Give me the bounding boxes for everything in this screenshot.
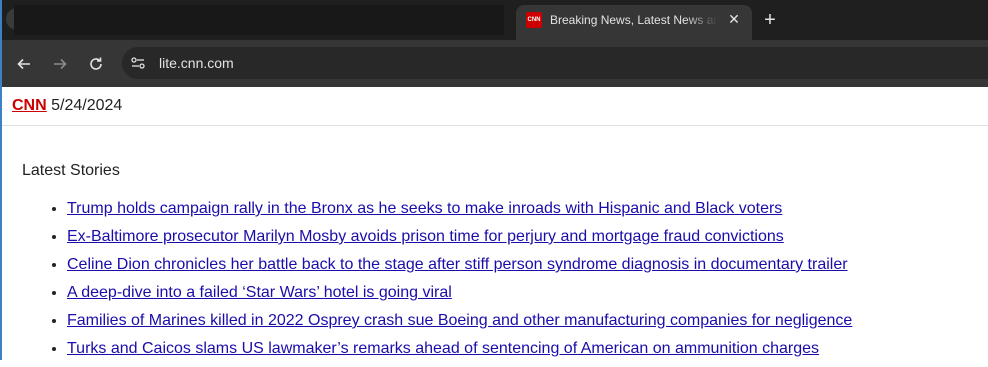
site-info-icon[interactable] xyxy=(130,55,146,71)
tab-strip-empty-area xyxy=(14,5,504,35)
reload-icon[interactable] xyxy=(84,52,108,76)
back-icon[interactable] xyxy=(12,52,36,76)
cnn-home-link[interactable]: CNN xyxy=(12,97,47,114)
story-link[interactable]: A deep-dive into a failed ‘Star Wars’ ho… xyxy=(67,284,452,301)
list-item: Trump holds campaign rally in the Bronx … xyxy=(67,199,852,227)
active-tab[interactable]: CNN Breaking News, Latest News and Video… xyxy=(516,5,752,40)
cnn-favicon-icon: CNN xyxy=(526,12,542,28)
story-link[interactable]: Turks and Caicos slams US lawmaker’s rem… xyxy=(67,340,819,357)
list-item: Ex-Baltimore prosecutor Marilyn Mosby av… xyxy=(67,227,852,255)
address-bar[interactable]: lite.cnn.com xyxy=(122,47,988,79)
forward-icon[interactable] xyxy=(48,52,72,76)
list-item: Turks and Caicos slams US lawmaker’s rem… xyxy=(67,339,852,367)
page-date: 5/24/2024 xyxy=(51,97,123,114)
list-item: Celine Dion chronicles her battle back t… xyxy=(67,255,852,283)
story-list: Trump holds campaign rally in the Bronx … xyxy=(0,199,852,367)
browser-toolbar: lite.cnn.com xyxy=(0,40,988,87)
list-item: A deep-dive into a failed ‘Star Wars’ ho… xyxy=(67,283,852,311)
page-content: CNN 5/24/2024 Latest Stories Trump holds… xyxy=(0,87,988,360)
story-link[interactable]: Families of Marines killed in 2022 Ospre… xyxy=(67,312,852,329)
site-header: CNN 5/24/2024 xyxy=(0,87,988,126)
story-link[interactable]: Ex-Baltimore prosecutor Marilyn Mosby av… xyxy=(67,228,784,245)
window-edge xyxy=(0,0,2,360)
brand: CNN 5/24/2024 xyxy=(12,97,122,115)
close-icon[interactable]: ✕ xyxy=(726,11,742,27)
section-title: Latest Stories xyxy=(22,162,120,179)
plus-icon[interactable]: + xyxy=(760,10,780,30)
url-text[interactable]: lite.cnn.com xyxy=(159,55,234,71)
list-item: Families of Marines killed in 2022 Ospre… xyxy=(67,311,852,339)
story-link[interactable]: Celine Dion chronicles her battle back t… xyxy=(67,256,848,273)
tab-title: Breaking News, Latest News and Videos | … xyxy=(550,13,718,27)
tab-strip: CNN Breaking News, Latest News and Video… xyxy=(0,0,988,40)
story-link[interactable]: Trump holds campaign rally in the Bronx … xyxy=(67,200,782,217)
